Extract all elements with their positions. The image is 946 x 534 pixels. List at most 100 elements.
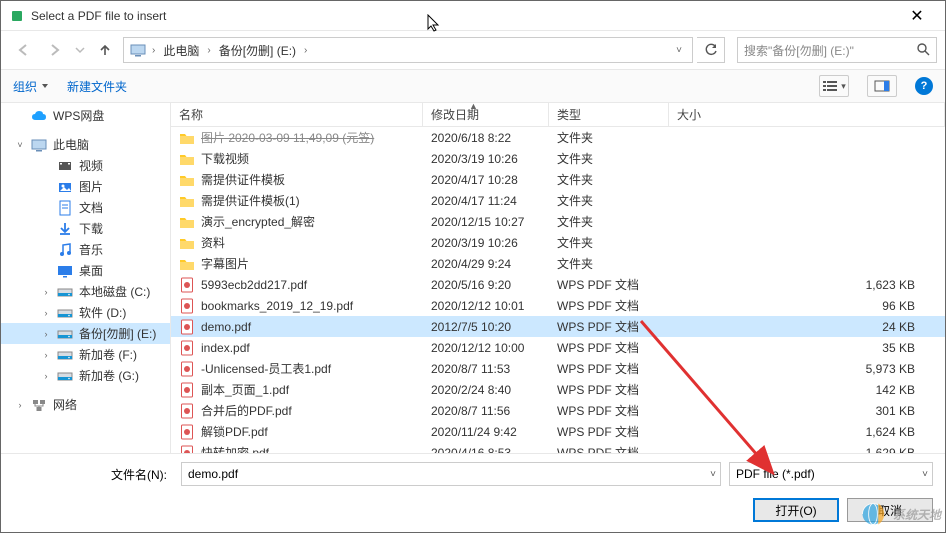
sidebar-item[interactable]: WPS网盘 — [1, 105, 170, 126]
close-button[interactable]: ✕ — [897, 6, 937, 26]
file-size: 1,623 KB — [669, 278, 945, 292]
forward-button[interactable] — [41, 37, 69, 63]
sidebar-item[interactable]: 视频 — [1, 155, 170, 176]
open-button[interactable]: 打开(O) — [753, 498, 839, 522]
file-name: 合并后的PDF.pdf — [201, 402, 423, 419]
pdf-icon — [179, 445, 195, 454]
sidebar-item[interactable]: 下载 — [1, 218, 170, 239]
expand-icon[interactable]: › — [41, 329, 51, 339]
file-row[interactable]: 下载视频2020/3/19 10:26文件夹 — [171, 148, 945, 169]
file-row[interactable]: 副本_页面_1.pdf2020/2/24 8:40WPS PDF 文档142 K… — [171, 379, 945, 400]
file-row[interactable]: 需提供证件模板2020/4/17 10:28文件夹 — [171, 169, 945, 190]
app-icon — [9, 8, 25, 24]
folder-icon — [179, 235, 195, 251]
file-row[interactable]: -Unlicensed-员工表1.pdf2020/8/7 11:53WPS PD… — [171, 358, 945, 379]
pdf-icon — [179, 340, 195, 356]
sidebar-item[interactable]: ˅ 此电脑 — [1, 134, 170, 155]
file-name: 需提供证件模板(1) — [201, 192, 423, 209]
file-list: 名称 修改日期 类型 大小 ▲ 图片 2020-03-09 11,49,09 (… — [171, 103, 945, 453]
file-name: demo.pdf — [201, 320, 423, 334]
view-list-button[interactable]: ▾ — [819, 75, 849, 97]
newfolder-button[interactable]: 新建文件夹 — [67, 78, 127, 95]
folder-icon — [179, 214, 195, 230]
sidebar-item[interactable]: ›备份[勿删] (E:) — [1, 323, 170, 344]
file-row[interactable]: 合并后的PDF.pdf2020/8/7 11:56WPS PDF 文档301 K… — [171, 400, 945, 421]
folder-icon — [179, 172, 195, 188]
recent-dropdown[interactable] — [73, 37, 87, 63]
file-row[interactable]: 需提供证件模板(1)2020/4/17 11:24文件夹 — [171, 190, 945, 211]
expand-icon[interactable]: › — [41, 371, 51, 381]
chevron-down-icon[interactable]: ˅ — [710, 469, 716, 480]
sidebar-item[interactable]: ›软件 (D:) — [1, 302, 170, 323]
file-row[interactable]: 5993ecb2dd217.pdf2020/5/16 9:20WPS PDF 文… — [171, 274, 945, 295]
search-icon[interactable] — [916, 42, 930, 59]
sidebar-item-label: 此电脑 — [53, 136, 89, 153]
sidebar-item-label: 图片 — [79, 178, 103, 195]
sidebar-item[interactable]: ›新加卷 (F:) — [1, 344, 170, 365]
file-date: 2020/8/7 11:56 — [423, 404, 549, 418]
file-name: -Unlicensed-员工表1.pdf — [201, 360, 423, 377]
chevron-right-icon[interactable]: › — [148, 45, 159, 56]
file-name: 解锁PDF.pdf — [201, 423, 423, 440]
globe-icon — [859, 500, 887, 528]
watermark: 系统天地 — [859, 500, 941, 528]
chevron-down-icon[interactable]: ˅ — [672, 45, 686, 56]
file-row[interactable]: 字幕图片2020/4/29 9:24文件夹 — [171, 253, 945, 274]
file-type: WPS PDF 文档 — [549, 276, 669, 293]
file-row[interactable]: 资料2020/3/19 10:26文件夹 — [171, 232, 945, 253]
sidebar-item[interactable]: ›本地磁盘 (C:) — [1, 281, 170, 302]
chevron-down-icon[interactable]: ˅ — [922, 469, 928, 480]
file-row[interactable]: 解锁PDF.pdf2020/11/24 9:42WPS PDF 文档1,624 … — [171, 421, 945, 442]
file-date: 2020/8/7 11:53 — [423, 362, 549, 376]
breadcrumb[interactable]: › 此电脑 › 备份[勿删] (E:) › ˅ — [123, 37, 693, 63]
search-input[interactable]: 搜索"备份[勿删] (E:)" — [737, 37, 937, 63]
col-type[interactable]: 类型 — [549, 103, 669, 126]
file-row[interactable]: bookmarks_2019_12_19.pdf2020/12/12 10:01… — [171, 295, 945, 316]
up-button[interactable] — [91, 37, 119, 63]
breadcrumb-drive[interactable]: 备份[勿删] (E:) — [217, 42, 298, 59]
drive-icon — [57, 305, 73, 321]
sidebar-item-label: 新加卷 (G:) — [79, 367, 139, 384]
sidebar-item[interactable]: 桌面 — [1, 260, 170, 281]
sidebar-item[interactable]: 文档 — [1, 197, 170, 218]
file-name: 快转加密.pdf — [201, 444, 423, 453]
file-type: WPS PDF 文档 — [549, 444, 669, 453]
sidebar-item[interactable]: › 新加卷 (G:) — [1, 365, 170, 386]
sidebar-item[interactable]: 音乐 — [1, 239, 170, 260]
back-button[interactable] — [9, 37, 37, 63]
organize-menu[interactable]: 组织 — [13, 78, 49, 95]
file-size: 1,624 KB — [669, 425, 945, 439]
file-row[interactable]: 快转加密.pdf2020/4/16 8:53WPS PDF 文档1,629 KB — [171, 442, 945, 453]
pdf-icon — [179, 319, 195, 335]
preview-pane-button[interactable] — [867, 75, 897, 97]
file-size: 1,629 KB — [669, 446, 945, 454]
music-icon — [57, 242, 73, 258]
expand-icon[interactable]: › — [15, 400, 25, 410]
column-headers: 名称 修改日期 类型 大小 ▲ — [171, 103, 945, 127]
file-name: 5993ecb2dd217.pdf — [201, 278, 423, 292]
filetype-filter[interactable]: PDF file (*.pdf) ˅ — [729, 462, 933, 486]
file-type: 文件夹 — [549, 192, 669, 209]
chevron-right-icon[interactable]: › — [203, 45, 214, 56]
file-row[interactable]: demo.pdf2012/7/5 10:20WPS PDF 文档24 KB — [171, 316, 945, 337]
col-name[interactable]: 名称 — [171, 103, 423, 126]
expand-icon[interactable]: ˅ — [15, 140, 25, 150]
expand-icon[interactable]: › — [41, 350, 51, 360]
breadcrumb-root[interactable]: 此电脑 — [161, 42, 201, 59]
file-name: bookmarks_2019_12_19.pdf — [201, 299, 423, 313]
file-row[interactable]: 图片 2020-03-09 11,49,09 (元笠)2020/6/18 8:2… — [171, 127, 945, 148]
chevron-right-icon[interactable]: › — [300, 45, 311, 56]
col-size[interactable]: 大小 — [669, 103, 945, 126]
file-date: 2020/12/15 10:27 — [423, 215, 549, 229]
file-row[interactable]: index.pdf2020/12/12 10:00WPS PDF 文档35 KB — [171, 337, 945, 358]
file-row[interactable]: 演示_encrypted_解密2020/12/15 10:27文件夹 — [171, 211, 945, 232]
sidebar-item[interactable]: ›网络 — [1, 394, 170, 415]
col-date[interactable]: 修改日期 — [423, 103, 549, 126]
sidebar-item-label: 音乐 — [79, 241, 103, 258]
expand-icon[interactable]: › — [41, 308, 51, 318]
filename-input[interactable]: demo.pdf ˅ — [181, 462, 721, 486]
sidebar-item[interactable]: 图片 — [1, 176, 170, 197]
refresh-button[interactable] — [697, 37, 725, 63]
expand-icon[interactable]: › — [41, 287, 51, 297]
help-button[interactable]: ? — [915, 77, 933, 95]
